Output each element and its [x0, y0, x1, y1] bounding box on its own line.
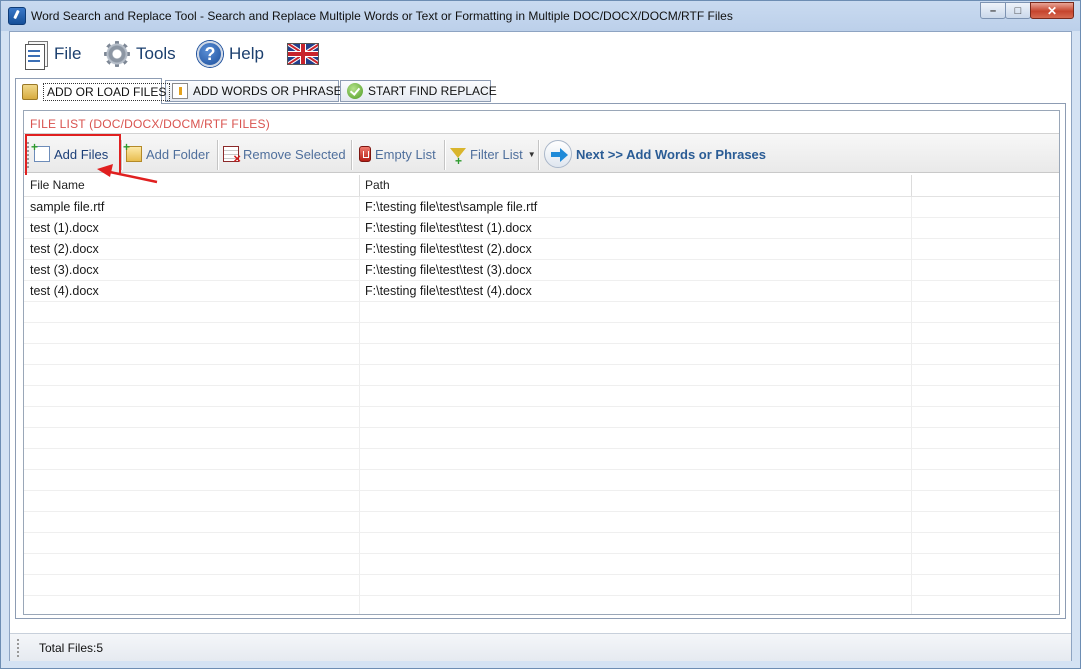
tab-label: ADD OR LOAD FILES: [43, 82, 171, 101]
menu-file[interactable]: File: [24, 38, 81, 70]
menu-help[interactable]: ? Help: [197, 38, 264, 70]
check-icon: [347, 83, 363, 99]
toolbar-grip[interactable]: [27, 142, 29, 168]
next-add-words-button[interactable]: Next >> Add Words or Phrases: [544, 140, 767, 168]
empty-list-label: Empty List: [375, 146, 436, 162]
add-folder-icon: [123, 140, 142, 162]
document-icon: [172, 83, 188, 99]
empty-list-button[interactable]: Empty List: [359, 141, 436, 167]
file-name-cell: test (2).docx: [30, 242, 99, 256]
tab-panel: FILE LIST (DOC/DOCX/DOCM/RTF FILES) Add …: [15, 103, 1066, 619]
maximize-icon: □: [1014, 5, 1022, 17]
trash-icon: [359, 146, 371, 162]
table-row[interactable]: test (3).docx F:\testing file\test\test …: [24, 260, 1059, 281]
path-cell: F:\testing file\test\test (4).docx: [365, 284, 532, 298]
menu-help-label: Help: [229, 44, 264, 63]
title-bar[interactable]: Word Search and Replace Tool - Search an…: [1, 1, 1080, 31]
menu-tools-label: Tools: [136, 44, 176, 63]
app-window: Word Search and Replace Tool - Search an…: [0, 0, 1081, 669]
remove-selected-button[interactable]: Remove Selected: [223, 141, 346, 167]
file-list-toolbar: Add Files Add Folder Remove Selected: [24, 133, 1059, 179]
table-row[interactable]: sample file.rtf F:\testing file\test\sam…: [24, 197, 1059, 218]
tab-strip: ADD OR LOAD FILES ADD WORDS OR PHRASES S…: [15, 78, 1065, 104]
remove-list-icon: [223, 146, 241, 166]
status-grip: [17, 639, 19, 657]
toolbar-separator: [444, 140, 445, 170]
toolbar-separator: [217, 140, 218, 170]
maximize-button[interactable]: □: [1005, 2, 1031, 19]
gear-icon: [104, 41, 130, 67]
filter-list-button[interactable]: Filter List ▼: [450, 141, 536, 168]
remove-selected-label: Remove Selected: [243, 146, 346, 162]
file-list-view[interactable]: File Name Path sample file.rtf F:\testin…: [24, 175, 1059, 614]
chevron-down-icon: ▼: [527, 149, 536, 159]
help-icon: ?: [197, 41, 223, 67]
tab-start-find-replace[interactable]: START FIND REPLACE: [340, 80, 497, 102]
column-file-name[interactable]: File Name: [24, 175, 359, 196]
minimize-icon: –: [989, 5, 997, 17]
uk-flag-icon: [287, 43, 319, 65]
add-files-label: Add Files: [54, 146, 109, 162]
file-name-cell: test (3).docx: [30, 263, 99, 277]
client-area: File Tools ? Help ADD OR LOAD FILES ADD …: [9, 31, 1072, 661]
toolbar-separator: [538, 140, 539, 170]
close-icon: ✕: [1046, 4, 1058, 18]
status-bar: Total Files:5: [10, 633, 1071, 661]
add-folder-button[interactable]: Add Folder: [123, 140, 210, 167]
file-name-cell: sample file.rtf: [30, 200, 105, 214]
file-name-cell: test (1).docx: [30, 221, 99, 235]
folder-icon: [22, 83, 38, 100]
filter-list-label: Filter List: [470, 146, 523, 162]
file-icon: [24, 40, 48, 70]
add-files-button[interactable]: Add Files: [31, 140, 109, 167]
file-list-title: FILE LIST (DOC/DOCX/DOCM/RTF FILES): [30, 117, 270, 131]
tab-label: ADD WORDS OR PHRASES: [193, 84, 350, 98]
menu-language[interactable]: [287, 38, 319, 70]
table-row[interactable]: test (4).docx F:\testing file\test\test …: [24, 281, 1059, 302]
tab-add-words-or-phrases[interactable]: ADD WORDS OR PHRASES: [165, 80, 350, 102]
window-title: Word Search and Replace Tool - Search an…: [31, 9, 733, 23]
window-controls: – □ ✕: [980, 2, 1074, 20]
table-row[interactable]: test (1).docx F:\testing file\test\test …: [24, 218, 1059, 239]
filter-icon: [450, 148, 466, 168]
add-file-icon: [31, 140, 50, 162]
arrow-right-icon: [544, 140, 572, 168]
list-column-header: File Name Path: [24, 175, 1059, 197]
column-path[interactable]: Path: [359, 175, 911, 196]
path-cell: F:\testing file\test\sample file.rtf: [365, 200, 538, 214]
file-list-group: FILE LIST (DOC/DOCX/DOCM/RTF FILES) Add …: [23, 110, 1060, 615]
tab-add-or-load-files[interactable]: ADD OR LOAD FILES: [15, 78, 171, 104]
total-files-status: Total Files:5: [39, 641, 104, 655]
add-folder-label: Add Folder: [146, 146, 210, 162]
table-row[interactable]: test (2).docx F:\testing file\test\test …: [24, 239, 1059, 260]
menu-tools[interactable]: Tools: [104, 38, 176, 70]
toolbar-separator: [121, 140, 122, 170]
app-icon: [8, 7, 26, 25]
next-label: Next >> Add Words or Phrases: [576, 146, 767, 162]
menu-file-label: File: [54, 44, 82, 63]
tab-label: START FIND REPLACE: [368, 84, 497, 98]
close-button[interactable]: ✕: [1030, 2, 1074, 19]
path-cell: F:\testing file\test\test (3).docx: [365, 263, 532, 277]
path-cell: F:\testing file\test\test (1).docx: [365, 221, 532, 235]
minimize-button[interactable]: –: [980, 2, 1006, 19]
menu-bar: File Tools ? Help: [10, 32, 1071, 74]
toolbar-separator: [351, 140, 352, 170]
file-name-cell: test (4).docx: [30, 284, 99, 298]
path-cell: F:\testing file\test\test (2).docx: [365, 242, 532, 256]
list-rows: sample file.rtf F:\testing file\test\sam…: [24, 197, 1059, 614]
